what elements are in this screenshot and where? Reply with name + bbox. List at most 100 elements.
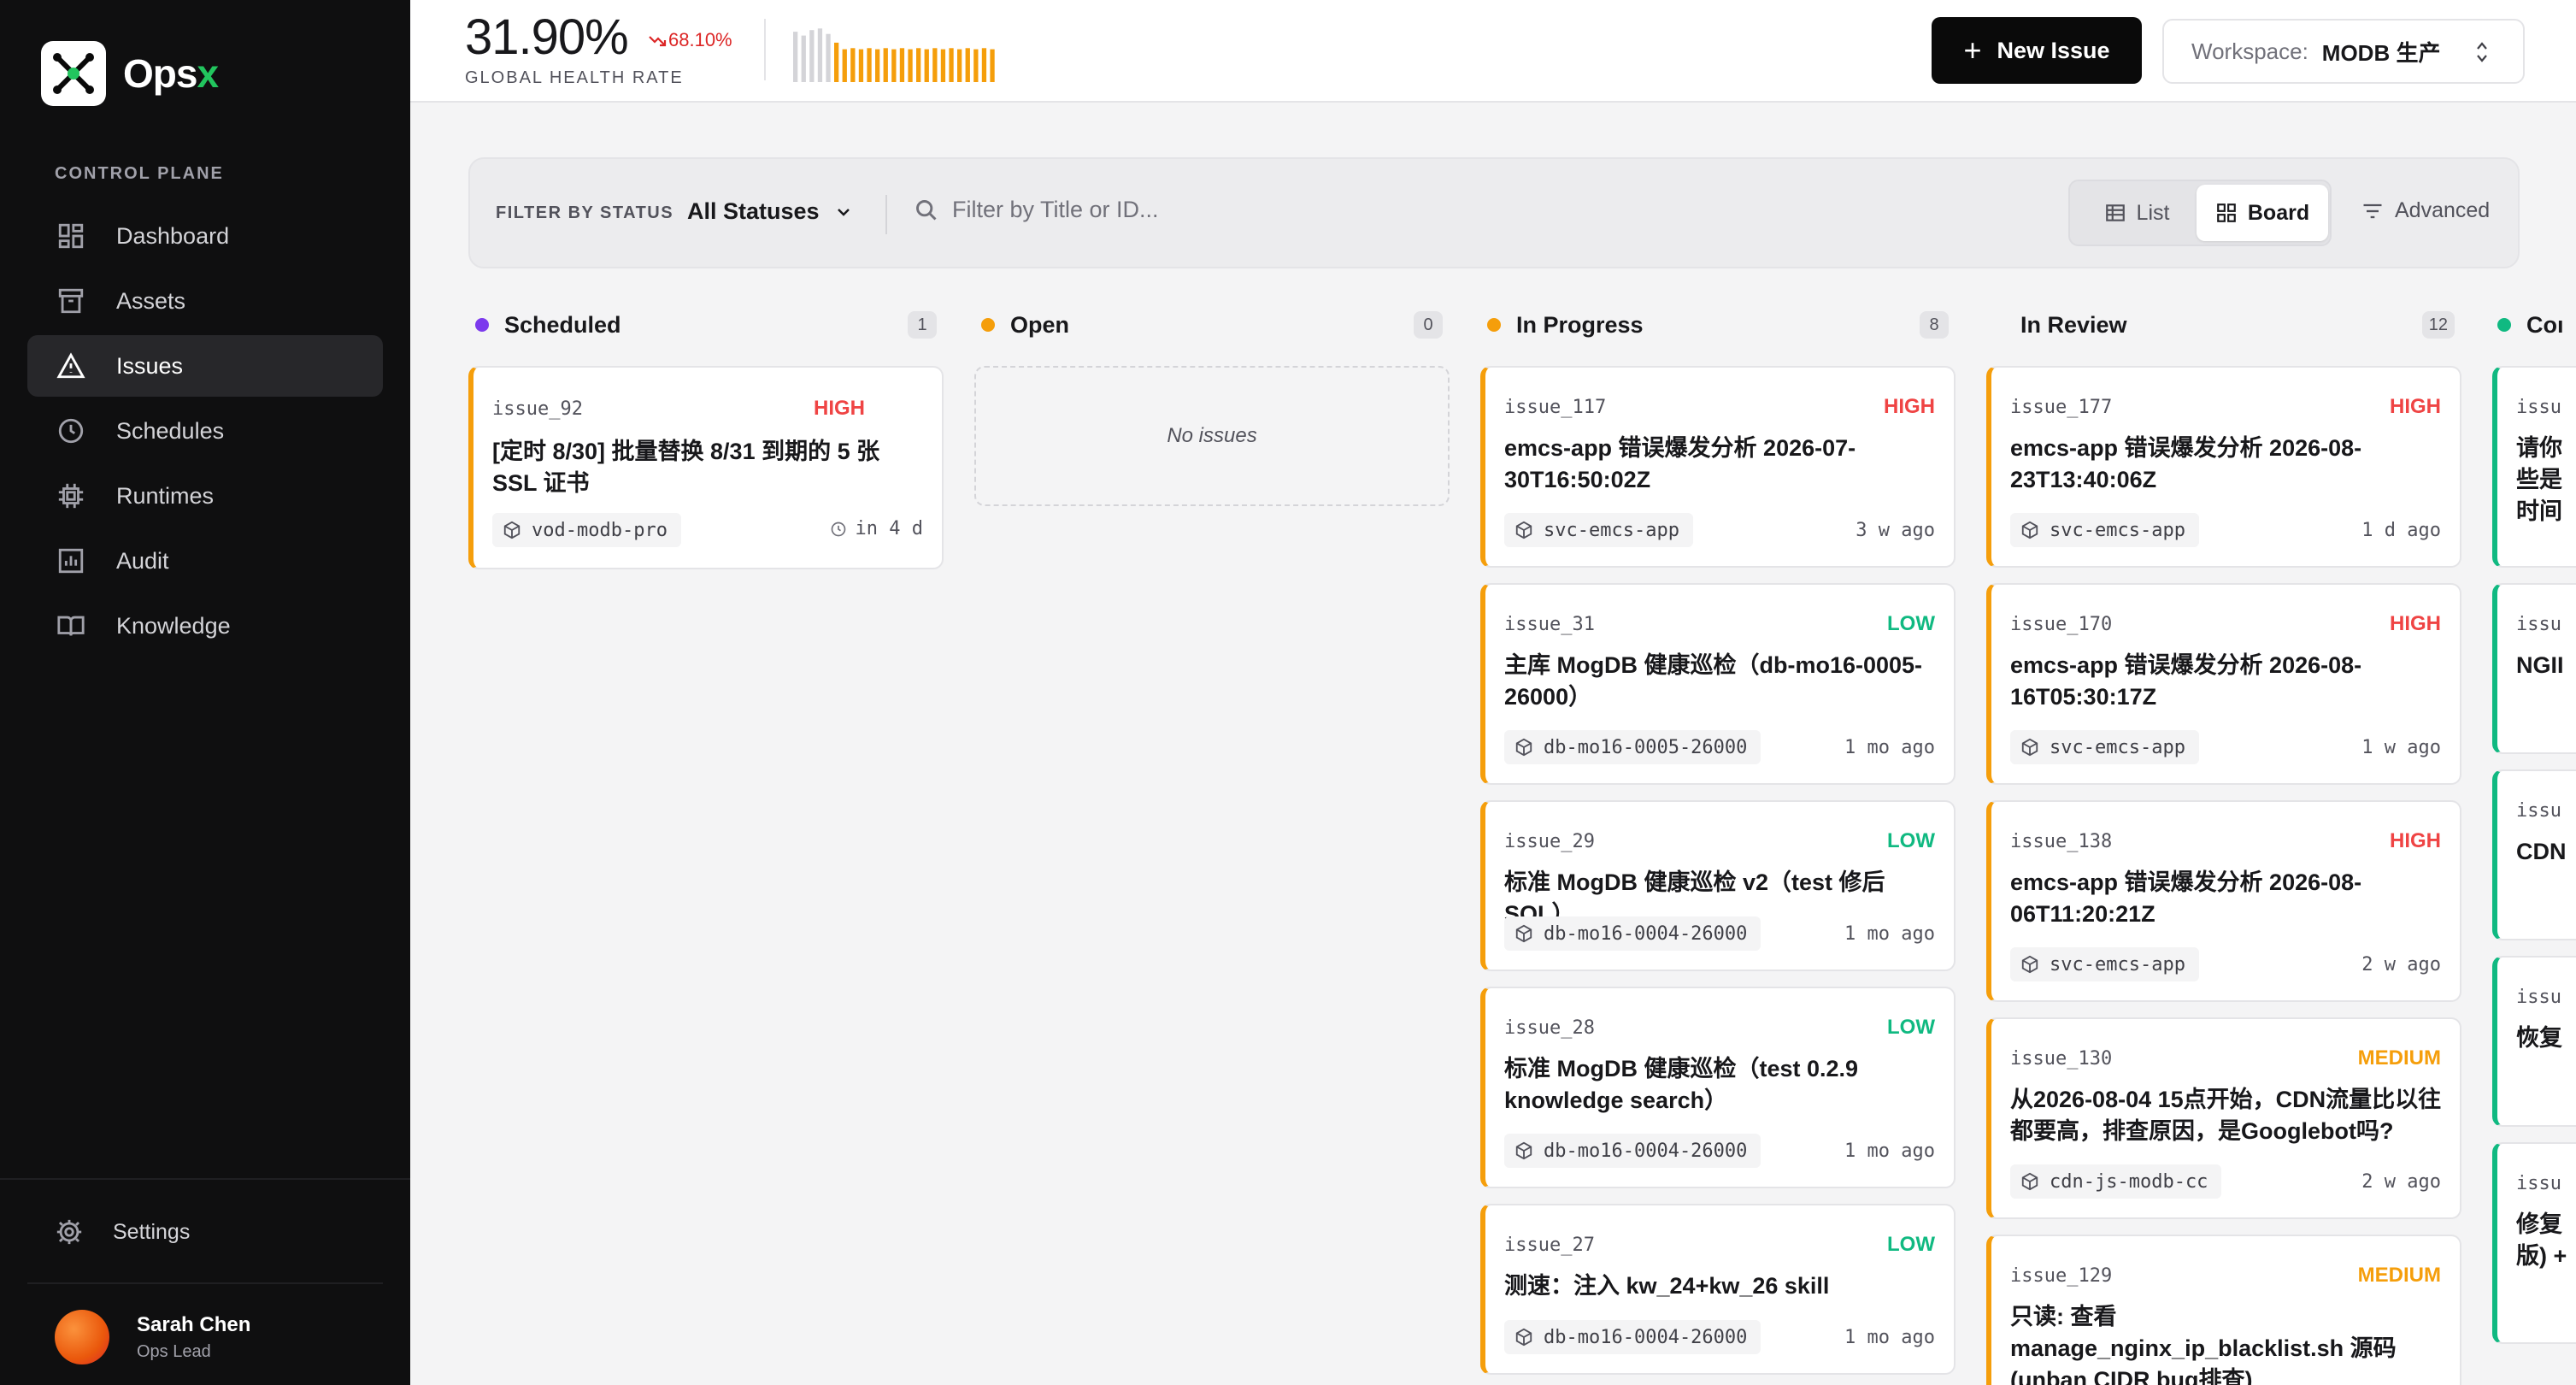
sidebar-nav: Dashboard Assets Issues Schedules Runtim…	[27, 205, 383, 660]
filter-bar: FILTER BY STATUS All Statuses List Board…	[468, 157, 2520, 268]
column-header: In Review 12	[1986, 301, 2461, 349]
column-scheduled: Scheduled 1 issue_92 HIGH [定时 8/30] 批量替换…	[468, 301, 944, 569]
settings-link[interactable]: Settings	[55, 1217, 190, 1246]
sidebar-item-label: Issues	[116, 352, 184, 379]
issue-id: issue_129	[2010, 1265, 2113, 1287]
issue-card[interactable]: issue_170 HIGH emcs-app 错误爆发分析 2026-08-1…	[1986, 583, 2461, 785]
issue-title: CDN	[2516, 839, 2567, 864]
status-dot	[475, 318, 489, 332]
sparkline-bar	[817, 28, 823, 82]
board-view-button[interactable]: Board	[2197, 185, 2328, 241]
sparkline-bar	[793, 32, 798, 82]
column-in-progress: In Progress 8 issue_117 HIGH emcs-app 错误…	[1480, 301, 1956, 1375]
new-issue-label: New Issue	[1997, 37, 2110, 63]
priority-badge: HIGH	[1884, 395, 1935, 418]
search-field	[915, 197, 1513, 223]
sidebar-item-audit[interactable]: Audit	[27, 530, 383, 592]
new-issue-button[interactable]: + New Issue	[1932, 17, 2142, 84]
issue-time: in 4 d	[830, 518, 923, 539]
issue-card[interactable]: issue_129 MEDIUM 只读: 查看 manage_nginx_ip_…	[1986, 1235, 2461, 1385]
issue-title: 标准 MogDB 健康巡检（test 0.2.9 knowledge searc…	[1504, 1056, 1859, 1113]
asset-tag: svc-emcs-app	[1504, 513, 1693, 547]
advanced-filter-button[interactable]: Advanced	[2361, 198, 2490, 223]
issue-card[interactable]: issu 恢复	[2492, 956, 2576, 1127]
status-dot	[1487, 318, 1501, 332]
box-icon	[2021, 1172, 2038, 1191]
issue-title: 主库 MogDB 健康巡检（db-mo16-0005-26000）	[1504, 652, 1923, 710]
sidebar: Opsx CONTROL PLANE Dashboard Assets Issu…	[0, 0, 410, 1385]
app-logo[interactable]: Opsx	[41, 41, 219, 106]
clock-icon	[831, 522, 845, 536]
settings-label: Settings	[113, 1219, 191, 1244]
asset-tag: db-mo16-0004-26000	[1504, 1320, 1761, 1354]
issue-card[interactable]: issue_177 HIGH emcs-app 错误爆发分析 2026-08-2…	[1986, 366, 2461, 568]
sidebar-item-dashboard[interactable]: Dashboard	[27, 205, 383, 267]
column-title: Open	[1010, 311, 1070, 338]
priority-badge: HIGH	[2390, 395, 2441, 418]
issue-title: 恢复	[2516, 1025, 2562, 1051]
issue-card[interactable]: issue_27 LOW 测速：注入 kw_24+kw_26 skill db-…	[1480, 1204, 1956, 1375]
issue-card[interactable]: issue_130 MEDIUM 从2026-08-04 15点开始，CDN流量…	[1986, 1017, 2461, 1219]
sparkline-bar	[940, 49, 946, 82]
search-icon	[916, 199, 937, 221]
issue-id: issue_31	[1504, 614, 1595, 635]
issue-card[interactable]: issu NGII	[2492, 583, 2576, 754]
sparkline-bar	[867, 48, 872, 82]
priority-badge: HIGH	[2390, 612, 2441, 635]
search-input[interactable]	[952, 197, 1465, 223]
issue-title: emcs-app 错误爆发分析 2026-08-06T11:20:21Z	[2010, 869, 2362, 927]
sidebar-item-label: Assets	[116, 287, 186, 314]
book-icon	[56, 611, 85, 640]
issue-id: issu	[2516, 1173, 2561, 1194]
sidebar-item-issues[interactable]: Issues	[27, 335, 383, 397]
issue-title: [定时 8/30] 批量替换 8/31 到期的 5 张 SSL 证书	[492, 439, 880, 496]
issue-id: issu	[2516, 397, 2561, 418]
sparkline-bar	[850, 48, 856, 82]
box-icon	[503, 521, 520, 539]
issue-card[interactable]: issue_117 HIGH emcs-app 错误爆发分析 2026-07-3…	[1480, 366, 1956, 568]
sidebar-item-label: Schedules	[116, 417, 225, 444]
sidebar-item-runtimes[interactable]: Runtimes	[27, 465, 383, 527]
column-count: 1	[908, 311, 937, 339]
issue-card[interactable]: issu 请你 些是 时间	[2492, 366, 2576, 568]
asset-tag: svc-emcs-app	[2010, 947, 2199, 981]
user-profile[interactable]: Sarah Chen Ops Lead	[55, 1310, 250, 1364]
issue-card[interactable]: issue_28 LOW 标准 MogDB 健康巡检（test 0.2.9 kn…	[1480, 987, 1956, 1188]
health-rate-delta: 68.10%	[648, 29, 732, 51]
archive-icon	[56, 286, 85, 315]
priority-badge: HIGH	[2390, 829, 2441, 852]
issue-card[interactable]: issu 修复 版) +	[2492, 1142, 2576, 1344]
sidebar-item-knowledge[interactable]: Knowledge	[27, 595, 383, 657]
issue-card[interactable]: issu CDN	[2492, 769, 2576, 940]
sidebar-item-schedules[interactable]: Schedules	[27, 400, 383, 462]
filter-lines-icon	[2363, 203, 2382, 218]
issue-time: 1 mo ago	[1844, 923, 1935, 945]
top-bar: 31.90% 68.10% GLOBAL HEALTH RATE + New I…	[410, 0, 2576, 103]
sparkline-bar	[875, 49, 880, 82]
list-view-button[interactable]: List	[2077, 185, 2197, 241]
workspace-selector[interactable]: Workspace: MODB 生产	[2162, 19, 2525, 84]
user-name: Sarah Chen	[137, 1312, 251, 1336]
issue-card[interactable]: issue_92 HIGH [定时 8/30] 批量替换 8/31 到期的 5 …	[468, 366, 944, 569]
status-filter-select[interactable]: All Statuses	[687, 198, 852, 225]
issue-title: emcs-app 错误爆发分析 2026-08-23T13:40:06Z	[2010, 435, 2362, 492]
issue-card[interactable]: issue_29 LOW 标准 MogDB 健康巡检 v2（test 修后 SQ…	[1480, 800, 1956, 971]
sidebar-item-assets[interactable]: Assets	[27, 270, 383, 332]
status-dot	[981, 318, 995, 332]
issue-title: 从2026-08-04 15点开始，CDN流量比以往都要高，排查原因，是Goog…	[2010, 1087, 2442, 1144]
box-icon	[1515, 924, 1532, 943]
sidebar-item-label: Audit	[116, 547, 169, 574]
box-icon	[1515, 1141, 1532, 1160]
sparkline-bar	[973, 49, 979, 82]
issue-card[interactable]: issue_138 HIGH emcs-app 错误爆发分析 2026-08-0…	[1986, 800, 2461, 1002]
box-icon	[1515, 1328, 1532, 1347]
health-rate-value: 31.90%	[465, 9, 629, 65]
sparkline-bar	[826, 33, 831, 82]
issue-id: issue_29	[1504, 831, 1595, 852]
column-title: Coı	[2526, 311, 2564, 338]
issue-id: issue_117	[1504, 397, 1607, 418]
issue-time: 1 mo ago	[1844, 737, 1935, 758]
dashboard-icon	[56, 221, 85, 250]
sparkline-bar	[883, 48, 888, 82]
issue-card[interactable]: issue_31 LOW 主库 MogDB 健康巡检（db-mo16-0005-…	[1480, 583, 1956, 785]
